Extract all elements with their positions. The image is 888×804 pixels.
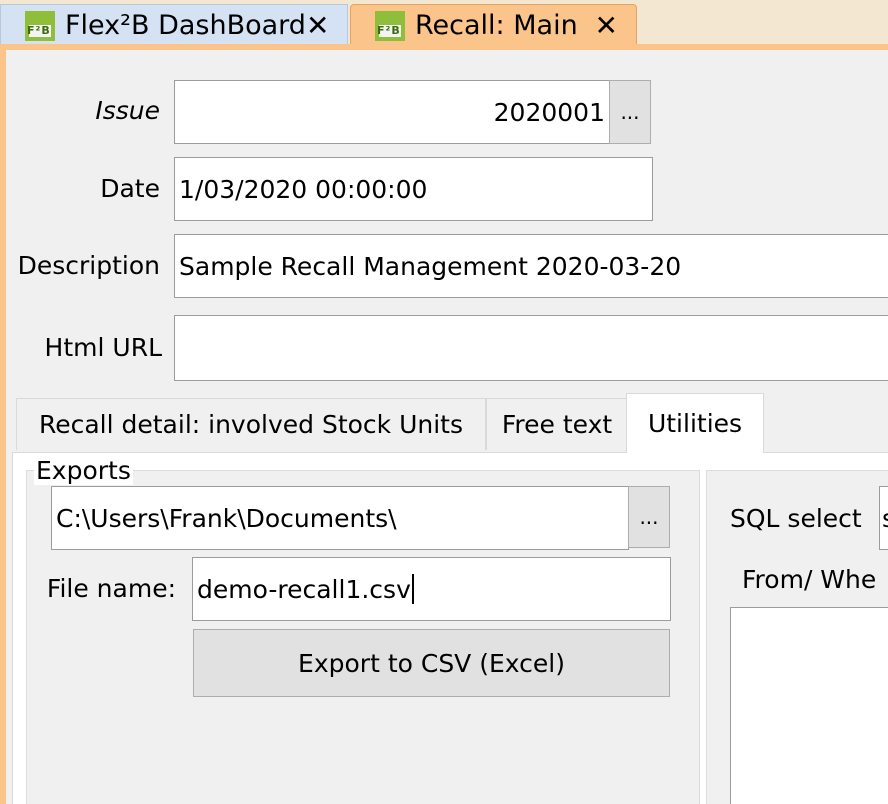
date-field[interactable]: 1/03/2020 00:00:00: [174, 157, 653, 221]
flex2b-logo-icon: F²B: [375, 10, 405, 41]
export-folder-browse-button[interactable]: ...: [628, 486, 670, 548]
html-url-label: Html URL: [44, 333, 162, 362]
html-url-field[interactable]: [174, 315, 888, 381]
issue-label: Issue: [95, 96, 160, 125]
from-where-label: From/ Whe: [742, 565, 877, 594]
description-label: Description: [17, 251, 160, 280]
sql-select-label: SQL select: [730, 504, 862, 533]
close-icon[interactable]: ✕: [595, 11, 618, 40]
tab-free-text[interactable]: Free text: [486, 398, 628, 450]
description-field[interactable]: Sample Recall Management 2020-03-20: [174, 234, 888, 298]
tab-label: Recall: Main: [415, 10, 578, 41]
tab-recall-main[interactable]: F²B Recall: Main ✕: [350, 4, 637, 46]
sql-select-field[interactable]: s: [879, 486, 888, 550]
date-label: Date: [100, 174, 160, 203]
issue-lookup-button[interactable]: ...: [609, 80, 651, 144]
flex2b-logo-icon: F²B: [25, 10, 55, 41]
tab-flex2b-dashboard[interactable]: F²B Flex²B DashBoard ✕: [0, 4, 348, 46]
filename-label: File name:: [46, 574, 176, 603]
tab-recall-detail[interactable]: Recall detail: involved Stock Units: [16, 398, 486, 450]
export-csv-button[interactable]: Export to CSV (Excel): [193, 629, 670, 697]
export-folder-field[interactable]: C:\Users\Frank\Documents\: [51, 486, 629, 550]
tab-utilities[interactable]: Utilities: [626, 393, 764, 453]
filename-field[interactable]: demo-recall1.csv: [192, 557, 671, 621]
tab-label: Flex²B DashBoard: [65, 10, 306, 41]
exports-group-label: Exports: [34, 456, 133, 485]
close-icon[interactable]: ✕: [306, 11, 329, 40]
from-where-textarea[interactable]: [730, 607, 888, 804]
issue-field[interactable]: 2020001: [174, 80, 610, 144]
text-cursor: [411, 574, 414, 604]
filename-value: demo-recall1.csv: [197, 574, 411, 604]
